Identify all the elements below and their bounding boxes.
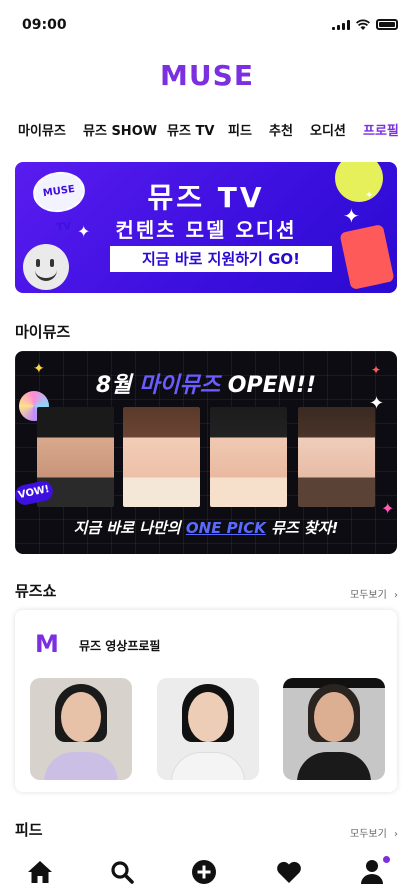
thumb-body [297, 752, 371, 780]
home-icon [28, 861, 52, 883]
tab-feed[interactable]: 피드 [228, 120, 252, 139]
nav-home[interactable] [26, 858, 54, 886]
top-tabs: 마이뮤즈 뮤즈 SHOW 뮤즈 TV 피드 추천 오디션 프로필 [0, 118, 414, 140]
sub-post: 뮤즈 찾자! [265, 519, 339, 537]
nav-profile[interactable] [358, 856, 390, 886]
banner-cta-button[interactable]: 지금 바로 지원하기 GO! [110, 246, 332, 272]
headline-pre: 8월 [95, 373, 140, 398]
tab-profile[interactable]: 프로필 [363, 120, 399, 139]
sub-pre: 지금 바로 나만의 [73, 519, 186, 537]
nav-search[interactable] [108, 858, 136, 886]
smiley-icon [23, 244, 69, 290]
my-muse-banner-headline: 8월 마이뮤즈 OPEN!! [15, 367, 397, 399]
muse-photo-2 [123, 407, 200, 507]
muse-show-more-link[interactable]: 모두보기 › [350, 586, 398, 601]
search-icon [111, 861, 134, 884]
tab-muse-tv[interactable]: 뮤즈 TV [167, 120, 214, 139]
thumb-body [44, 752, 118, 780]
status-icons [332, 19, 398, 30]
sparkle-icon: ✦ [371, 363, 382, 377]
wifi-icon [356, 19, 370, 30]
banner-subtitle: 컨텐츠 모델 오디션 [115, 218, 297, 242]
muse-show-card[interactable]: M 뮤즈 영상프로필 [15, 610, 397, 792]
muse-photo-4 [298, 407, 375, 507]
cellular-signal-icon [332, 19, 350, 30]
sub-highlight: ONE PICK [185, 519, 266, 537]
notification-dot [383, 856, 390, 863]
status-time: 09:00 [22, 17, 67, 33]
headline-highlight: 마이뮤즈 [139, 373, 221, 398]
more-label: 모두보기 [350, 829, 387, 840]
section-title-muse-show: 뮤즈쇼 [15, 582, 57, 600]
muse-tv-audition-banner[interactable]: MUSE TV ✦ ✦ ✦ 뮤즈 TV 컨텐츠 모델 오디션 지금 바로 지원하… [15, 162, 397, 293]
battery-icon [376, 19, 398, 30]
muse-show-card-label: 뮤즈 영상프로필 [79, 639, 161, 653]
heart-icon [277, 861, 301, 883]
headline-post: OPEN!! [220, 373, 317, 398]
sparkle-icon: ✦ [381, 499, 395, 518]
my-muse-open-banner[interactable]: 8월 마이뮤즈 OPEN!! ✦ ✦ ✦ ✦ VOW! 지금 바로 나만의 ON… [15, 351, 397, 554]
muse-photo-3 [210, 407, 287, 507]
nav-add[interactable] [190, 858, 218, 886]
nav-favorites[interactable] [275, 858, 303, 886]
feed-more-link[interactable]: 모두보기 › [350, 825, 398, 840]
sparkle-icon: ✦ [33, 361, 45, 377]
tab-recommend[interactable]: 추천 [269, 120, 293, 139]
video-profile-thumb[interactable] [157, 678, 259, 780]
bottom-navigation [0, 848, 414, 896]
my-muse-banner-subtext: 지금 바로 나만의 ONE PICK 뮤즈 찾자! [15, 517, 397, 538]
video-profile-thumb[interactable] [283, 678, 385, 780]
status-bar: 09:00 [0, 0, 414, 50]
thumb-face [61, 692, 101, 742]
thumb-body [171, 752, 245, 780]
section-title-my-muse: 마이뮤즈 [15, 323, 71, 341]
add-circle-icon [192, 860, 216, 884]
tab-audition[interactable]: 오디션 [310, 120, 346, 139]
video-profile-thumb[interactable] [30, 678, 132, 780]
user-icon [361, 860, 383, 884]
more-label: 모두보기 [350, 590, 387, 601]
thumb-face [314, 692, 354, 742]
chevron-right-icon: › [394, 590, 398, 601]
tab-my-muse[interactable]: 마이뮤즈 [18, 120, 66, 139]
thumb-face [188, 692, 228, 742]
section-title-feed: 피드 [15, 821, 43, 839]
tab-muse-show[interactable]: 뮤즈 SHOW [83, 120, 157, 139]
app-logo: MUSE [160, 59, 254, 92]
muse-m-logo: M [35, 630, 59, 658]
chevron-right-icon: › [394, 829, 398, 840]
banner-title: 뮤즈 TV [147, 181, 265, 214]
